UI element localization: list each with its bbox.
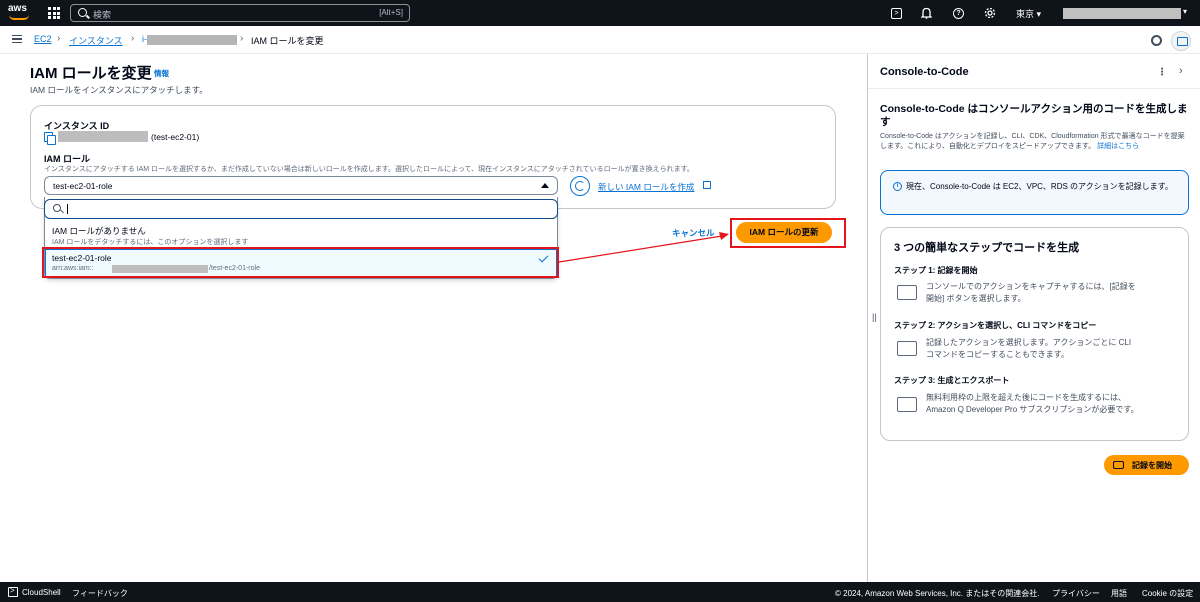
panel-title: Console-to-Code bbox=[880, 66, 969, 78]
export-code-icon bbox=[897, 397, 917, 412]
record-screen-icon bbox=[897, 285, 917, 300]
footer: CloudShell フィードバック © 2024, Amazon Web Se… bbox=[0, 582, 1200, 602]
step-2-text: 記録したアクションを選択します。アクションごとに CLI コマンドをコピーするこ… bbox=[926, 338, 1132, 359]
chevron-right-icon[interactable]: › bbox=[1179, 65, 1183, 77]
panel-heading: Console-to-Code はコンソールアクション用のコードを生成します bbox=[880, 103, 1188, 128]
more-options-icon[interactable]: ⋮ bbox=[1157, 67, 1167, 78]
resize-handle[interactable]: || bbox=[872, 312, 877, 322]
panel-divider bbox=[868, 88, 1200, 89]
step-3-text: 無料利用枠の上限を超えた後にコードを生成するには、Amazon Q Develo… bbox=[926, 393, 1139, 414]
cloudshell-link[interactable]: CloudShell bbox=[22, 588, 61, 597]
step-2-heading: ステップ 2: アクションを選択し、CLI コマンドをコピー bbox=[894, 321, 1097, 330]
step-3-heading: ステップ 3: 生成とエクスポート bbox=[894, 376, 1010, 385]
privacy-link[interactable]: プライバシー bbox=[1052, 588, 1100, 599]
video-camera-icon bbox=[1113, 461, 1124, 469]
panel-description: Console-to-Code はアクションを記録し、CLI、CDK、Cloud… bbox=[880, 132, 1190, 152]
step-1-text: コンソールでのアクションをキャプチャするには、[記録を開始] ボタンを選択します… bbox=[926, 282, 1136, 303]
start-recording-label: 記録を開始 bbox=[1132, 461, 1172, 470]
copyright-text: © 2024, Amazon Web Services, Inc. またはその関… bbox=[835, 589, 1040, 598]
cookie-settings-link[interactable]: Cookie の設定 bbox=[1142, 588, 1193, 599]
learn-more-link[interactable]: 詳細はこちら bbox=[1097, 143, 1139, 150]
steps-title: 3 つの簡単なステップでコードを生成 bbox=[894, 242, 1080, 254]
feedback-link[interactable]: フィードバック bbox=[72, 588, 128, 599]
info-icon: i bbox=[893, 182, 902, 191]
info-alert-text: 現在、Console-to-Code は EC2、VPC、RDS のアクションを… bbox=[906, 182, 1173, 191]
cloudshell-icon[interactable] bbox=[8, 586, 18, 597]
terms-link[interactable]: 用語 bbox=[1111, 588, 1127, 599]
list-select-icon bbox=[897, 341, 917, 356]
step-1-heading: ステップ 1: 記録を開始 bbox=[894, 266, 978, 275]
